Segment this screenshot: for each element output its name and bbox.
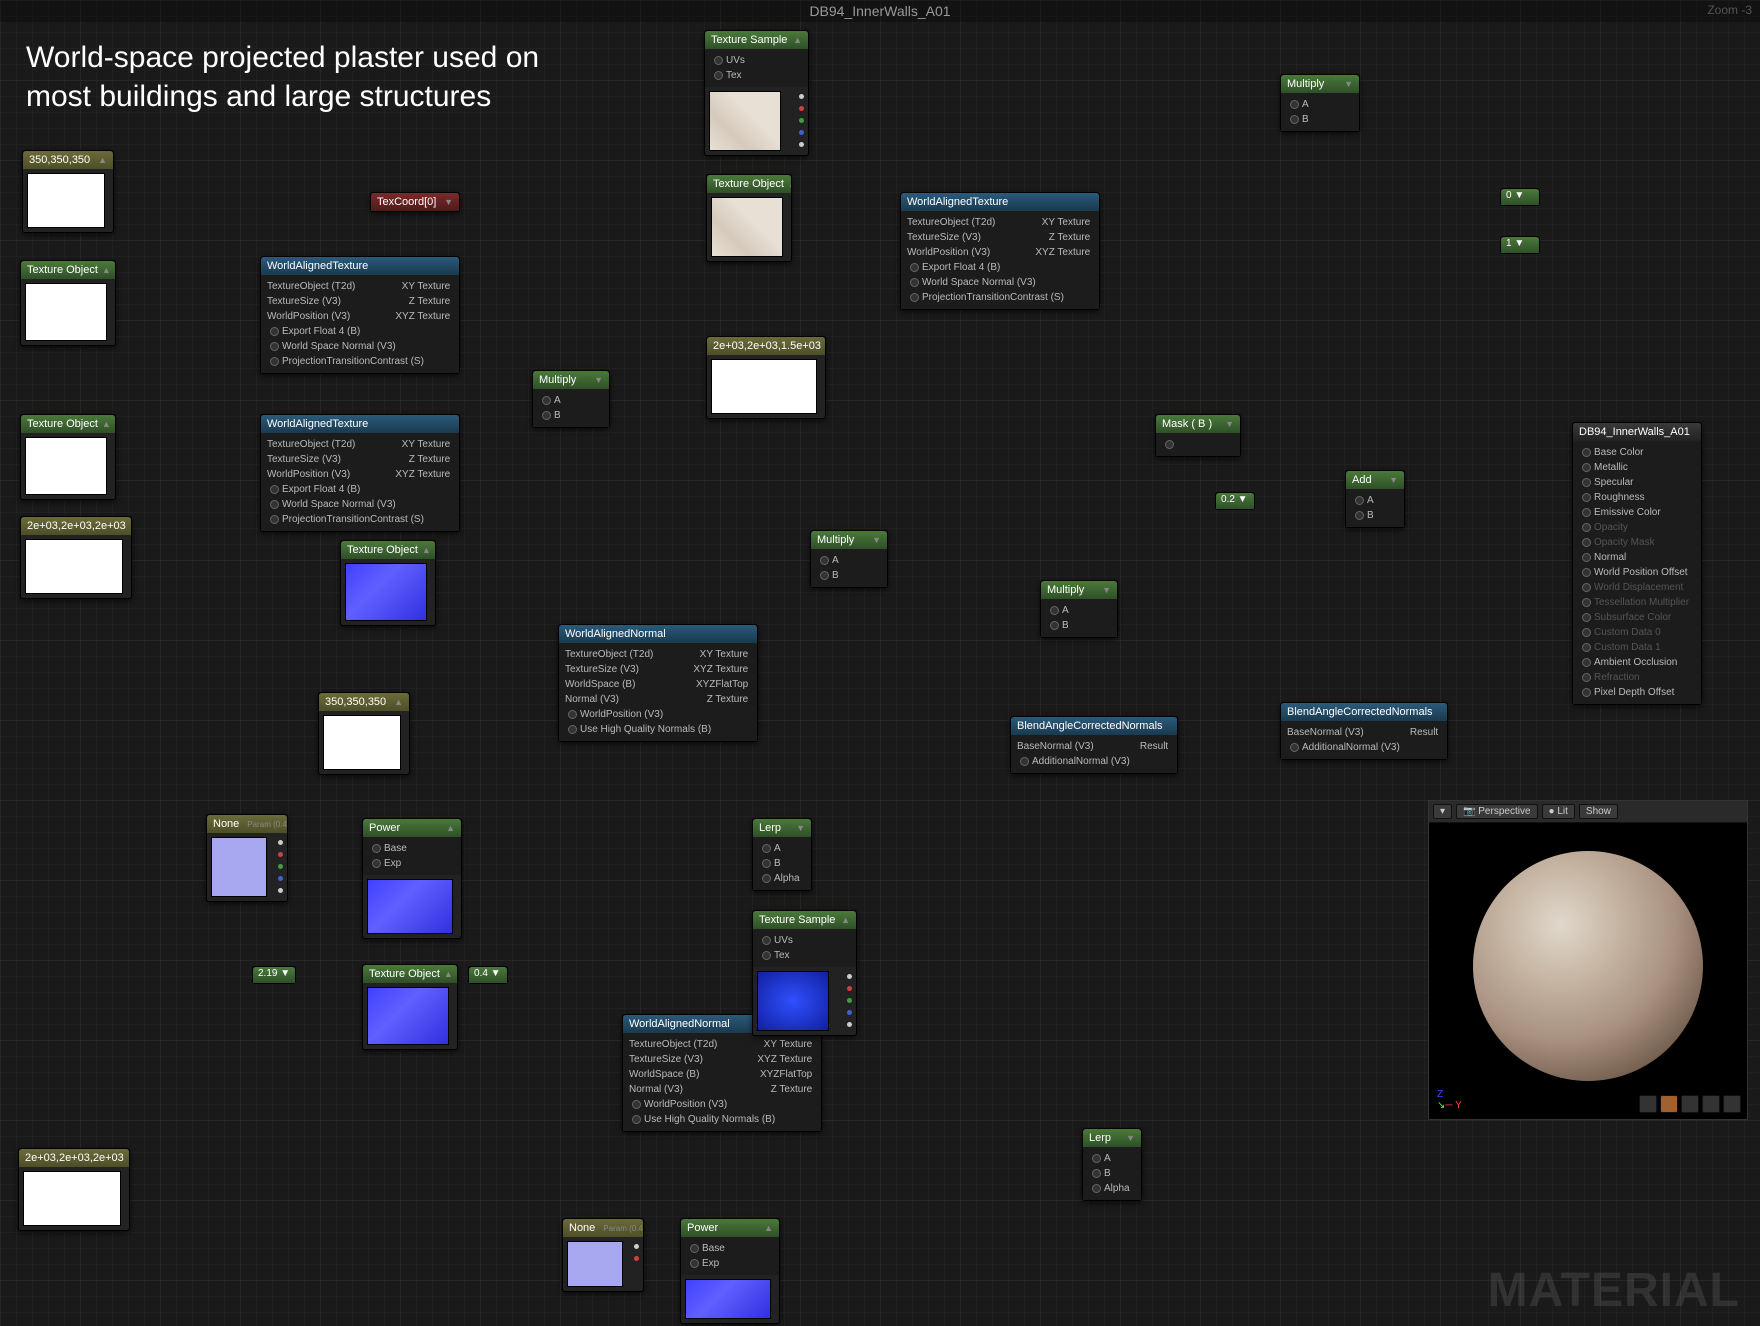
node-lerp-1[interactable]: Lerp▼ A B Alpha bbox=[752, 818, 812, 891]
node-texture-sample-2[interactable]: Texture Sample▲ UVs Tex bbox=[752, 910, 857, 1036]
node-add[interactable]: Add▼ AB bbox=[1345, 470, 1405, 528]
node-bacn-1[interactable]: BlendAngleCorrectedNormals BaseNormal (V… bbox=[1010, 716, 1178, 774]
node-vec2e3-15[interactable]: 2e+03,2e+03,1.5e+03▲ bbox=[706, 336, 826, 419]
node-const-1[interactable]: 1 ▼ bbox=[1500, 236, 1540, 254]
node-texture-object-5[interactable]: Texture Object▲ bbox=[362, 964, 458, 1050]
shape-plane-icon bbox=[1681, 1095, 1699, 1113]
node-texture-object-1[interactable]: Texture Object▲ bbox=[706, 174, 792, 262]
node-wat-1[interactable]: WorldAlignedTexture TextureObject (T2d)X… bbox=[260, 256, 460, 374]
shape-mesh-icon bbox=[1723, 1095, 1741, 1113]
topbar: DB94_InnerWalls_A01 bbox=[0, 0, 1760, 22]
node-wat-3[interactable]: WorldAlignedTexture TextureObject (T2d)X… bbox=[900, 192, 1100, 310]
preview-lit-button[interactable]: ● Lit bbox=[1542, 804, 1575, 819]
node-multiply-m3[interactable]: Multiply▼ AB bbox=[1040, 580, 1118, 638]
preview-show-button[interactable]: Show bbox=[1579, 804, 1618, 819]
description: World-space projected plaster used onmos… bbox=[26, 38, 539, 116]
node-vec350-2[interactable]: 350,350,350▲ bbox=[318, 692, 410, 775]
node-vec2e3-2[interactable]: 2e+03,2e+03,2e+03▲ bbox=[18, 1148, 130, 1231]
preview-menu-icon[interactable]: ▾ bbox=[1433, 804, 1452, 819]
node-const-0[interactable]: 0 ▼ bbox=[1500, 188, 1540, 206]
watermark: MATERIAL bbox=[1488, 1263, 1740, 1318]
node-lerp-2[interactable]: Lerp▼ A B Alpha bbox=[1082, 1128, 1142, 1201]
node-vec2e3-1[interactable]: 2e+03,2e+03,2e+03▲ bbox=[20, 516, 132, 599]
node-color-param-1[interactable]: NoneParam (0.4,0.6,1,1) bbox=[206, 814, 288, 902]
node-texture-sample-1[interactable]: Texture Sample▲ UVs Tex bbox=[704, 30, 809, 156]
node-vec350-1[interactable]: 350,350,350▲ bbox=[22, 150, 114, 233]
node-wan-1[interactable]: WorldAlignedNormal TextureObject (T2d)XY… bbox=[558, 624, 758, 742]
graph-title: DB94_InnerWalls_A01 bbox=[809, 3, 950, 19]
node-power-2[interactable]: Power▲ BaseExp bbox=[680, 1218, 780, 1324]
shape-sphere-icon bbox=[1660, 1095, 1678, 1113]
node-multiply-m2[interactable]: Multiply▼ AB bbox=[810, 530, 888, 588]
node-const-219[interactable]: 2.19 ▼ bbox=[252, 966, 296, 984]
node-const-02[interactable]: 0.2 ▼ bbox=[1215, 492, 1255, 510]
zoom-indicator: Zoom -3 bbox=[1707, 3, 1752, 17]
node-texture-object-2[interactable]: Texture Object▲ bbox=[20, 260, 116, 346]
preview-perspective-button[interactable]: 📷 Perspective bbox=[1456, 804, 1537, 819]
node-material-output[interactable]: DB94_InnerWalls_A01 Base Color Metallic … bbox=[1572, 422, 1702, 705]
node-texture-object-4[interactable]: Texture Object▲ bbox=[340, 540, 436, 626]
node-texcoord[interactable]: TexCoord[0]▼ bbox=[370, 192, 460, 212]
node-texture-object-3[interactable]: Texture Object▲ bbox=[20, 414, 116, 500]
preview-sphere bbox=[1473, 851, 1703, 1081]
node-mask-b[interactable]: Mask ( B )▼ bbox=[1155, 414, 1241, 457]
node-bacn-2[interactable]: BlendAngleCorrectedNormals BaseNormal (V… bbox=[1280, 702, 1448, 760]
axes-gizmo-icon: Z ↘─ Y bbox=[1437, 1089, 1462, 1111]
material-preview[interactable]: ▾ 📷 Perspective ● Lit Show Z ↘─ Y bbox=[1428, 800, 1748, 1120]
node-wat-2[interactable]: WorldAlignedTexture TextureObject (T2d)X… bbox=[260, 414, 460, 532]
preview-shape-buttons[interactable] bbox=[1639, 1095, 1741, 1113]
node-color-param-2[interactable]: NoneParam (0.4,0.6,1,1) bbox=[562, 1218, 644, 1292]
node-multiply-m1[interactable]: Multiply▼ AB bbox=[532, 370, 610, 428]
node-multiply-tr[interactable]: Multiply▼ AB bbox=[1280, 74, 1360, 132]
node-const-04[interactable]: 0.4 ▼ bbox=[468, 966, 508, 984]
node-power-1[interactable]: Power▲ BaseExp bbox=[362, 818, 462, 939]
shape-cube-icon bbox=[1702, 1095, 1720, 1113]
shape-cylinder-icon bbox=[1639, 1095, 1657, 1113]
